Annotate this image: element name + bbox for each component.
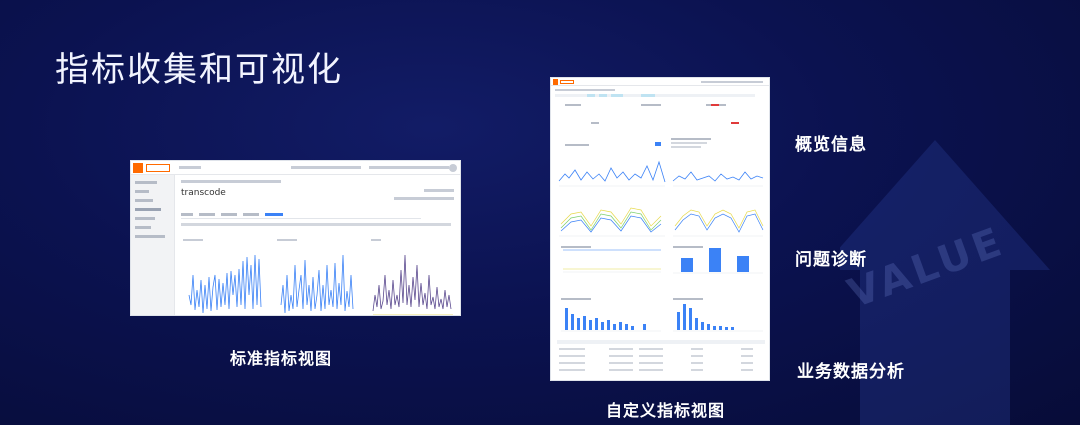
metric-tabs (181, 213, 421, 219)
page-title: transcode (181, 188, 226, 198)
filter-bar (181, 223, 451, 226)
problem-diagnosis-label: 问题诊断 (795, 250, 867, 270)
standard-metrics-screenshot: transcode (130, 160, 461, 316)
overview-info-label: 概览信息 (795, 135, 867, 155)
console-logo-icon (133, 163, 143, 173)
custom-dashboard (555, 89, 765, 371)
console-main: transcode (177, 175, 460, 315)
console-brand-mark (146, 164, 170, 172)
custom-view-caption: 自定义指标视图 (606, 401, 726, 420)
line-chart-3 (371, 239, 453, 315)
custom-metrics-screenshot (550, 77, 770, 381)
console-topbar (551, 78, 769, 86)
console-topbar (131, 161, 460, 175)
avatar-icon (449, 164, 457, 172)
console-logo-icon (553, 79, 558, 85)
console-sidebar (131, 175, 175, 315)
line-chart-2 (277, 239, 354, 314)
business-analysis-label: 业务数据分析 (797, 362, 905, 382)
console-brand-mark (560, 80, 574, 84)
line-chart-1 (183, 239, 262, 314)
slide-title: 指标收集和可视化 (55, 50, 343, 90)
breadcrumb (181, 180, 281, 183)
standard-view-caption: 标准指标视图 (230, 349, 333, 368)
